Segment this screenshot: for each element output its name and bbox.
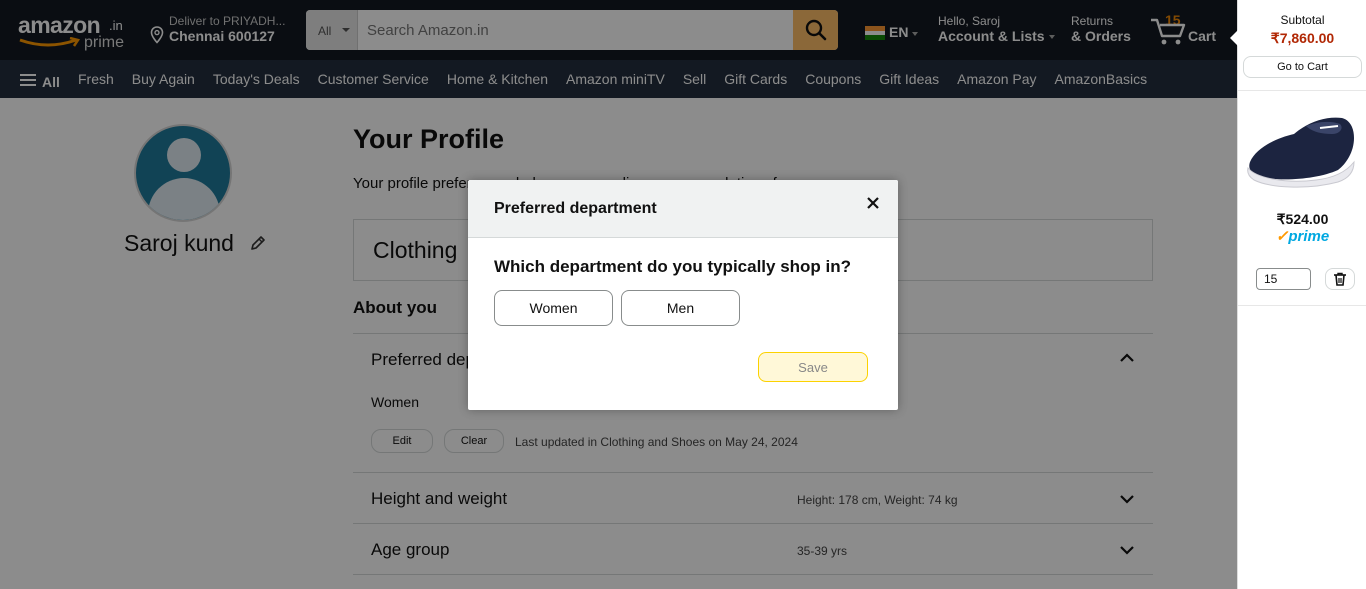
close-icon[interactable]	[866, 196, 880, 210]
product-image-shoe[interactable]	[1246, 108, 1358, 190]
modal-title: Preferred department	[494, 200, 657, 217]
delete-item-button[interactable]	[1325, 268, 1355, 290]
item-price: ₹524.00	[1276, 211, 1329, 227]
prime-check-icon: ✓	[1275, 228, 1289, 245]
go-to-cart-button[interactable]: Go to Cart	[1243, 56, 1362, 78]
divider	[1238, 90, 1366, 91]
modal-question: Which department do you typically shop i…	[494, 257, 852, 276]
divider	[1238, 305, 1366, 306]
option-women-button[interactable]: Women	[494, 290, 613, 326]
prime-badge: ✓prime	[1238, 227, 1366, 245]
quantity-input[interactable]: 15	[1256, 268, 1311, 290]
prime-label: prime	[1288, 228, 1330, 245]
page: amazon .in prime Deliver to PRIYADH... C…	[0, 0, 1366, 589]
flyout-notch	[1230, 30, 1238, 46]
subtotal-value: ₹7,860.00	[1270, 30, 1335, 46]
option-men-button[interactable]: Men	[621, 290, 740, 326]
trash-icon	[1334, 272, 1346, 286]
preferred-department-modal: Preferred department Which department do…	[468, 180, 898, 410]
modal-header: Preferred department	[468, 180, 898, 238]
cart-flyout: Subtotal ₹7,860.00 Go to Cart ₹524.00 ✓p…	[1230, 0, 1366, 589]
save-button[interactable]: Save	[758, 352, 868, 382]
subtotal-label: Subtotal	[1280, 13, 1325, 27]
